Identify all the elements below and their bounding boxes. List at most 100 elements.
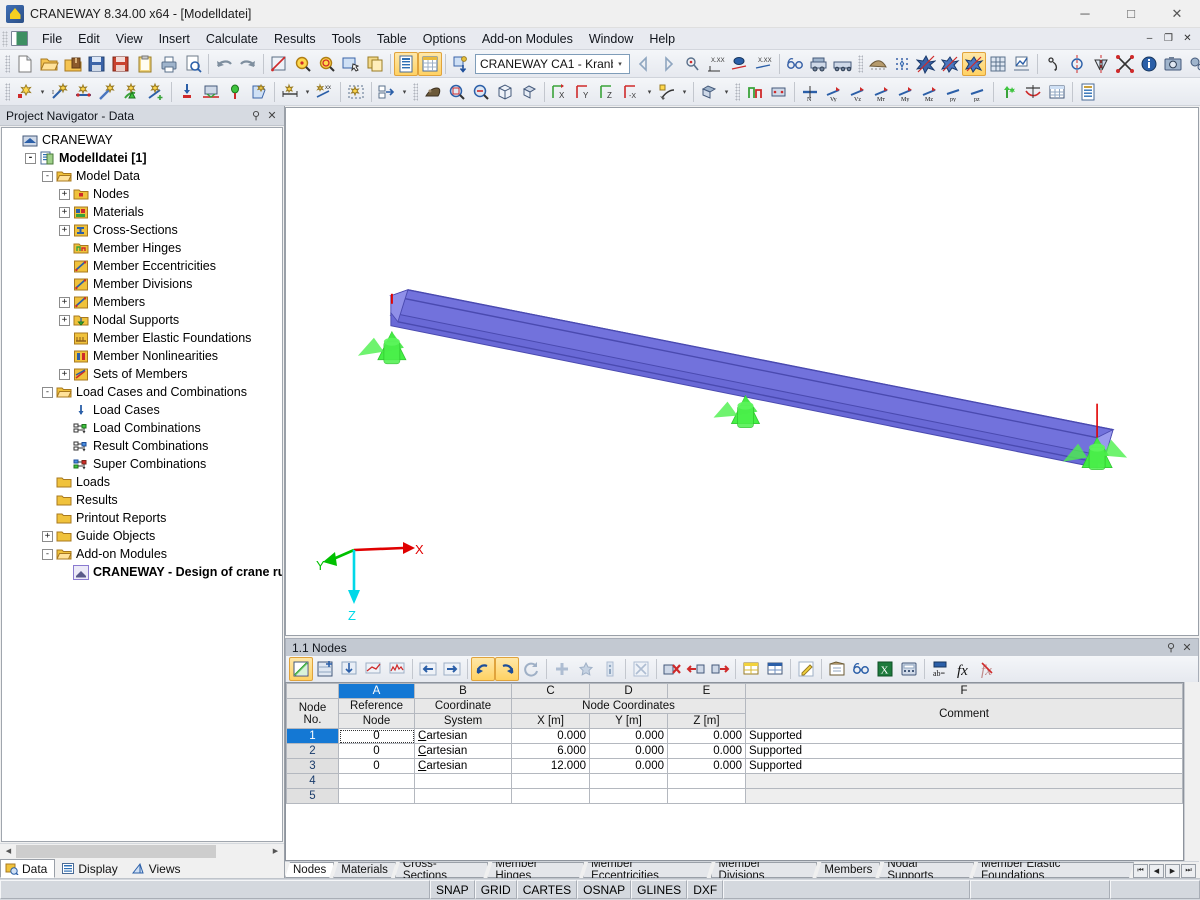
cell-x[interactable]: 12.000 [511, 758, 590, 774]
redo-icon[interactable] [236, 52, 260, 76]
column-header-c[interactable]: C [511, 683, 590, 699]
settings-row-icon[interactable] [361, 657, 385, 681]
cell-z[interactable] [667, 788, 746, 804]
cell-y[interactable]: 0.000 [589, 758, 668, 774]
deform-active-icon[interactable] [962, 51, 986, 76]
nodes-table[interactable]: A B C D E F Node No. Reference Coordinat… [285, 682, 1184, 861]
mdi-close-button[interactable]: ✕ [1179, 31, 1196, 46]
view-iso-icon[interactable] [517, 80, 541, 104]
excel-export-icon[interactable]: X [873, 657, 897, 681]
tree-item-member-nonlinearities[interactable]: Member Nonlinearities [2, 347, 282, 365]
cell-comment[interactable]: Supported [745, 758, 1183, 774]
load-wizard-icon[interactable] [449, 52, 473, 76]
tree-item-guide-objects[interactable]: + Guide Objects [2, 527, 282, 545]
menu-view[interactable]: View [108, 30, 151, 48]
tables-icon[interactable] [418, 51, 442, 76]
scroll-right-icon[interactable]: ▶ [268, 844, 283, 858]
hscroll-track[interactable] [16, 844, 268, 858]
tree-item-members[interactable]: + Members [2, 293, 282, 311]
save-as-icon[interactable] [85, 52, 109, 76]
column-header-a[interactable]: A [338, 683, 415, 699]
shear-vz-icon[interactable]: Vz [846, 80, 870, 104]
tree-item-results[interactable]: Results [2, 491, 282, 509]
tree-item-nodes[interactable]: + Nodes [2, 185, 282, 203]
menu-results[interactable]: Results [266, 30, 324, 48]
pin-icon[interactable]: ⚲ [248, 109, 264, 122]
status-dxf[interactable]: DXF [687, 880, 724, 899]
add-special-icon[interactable] [574, 657, 598, 681]
glasses-icon[interactable] [783, 52, 807, 76]
sheet-tab-materials[interactable]: Materials [333, 862, 396, 878]
table-row[interactable]: 4 [286, 773, 1183, 789]
member-load-icon[interactable] [223, 80, 247, 104]
corner-cell[interactable] [286, 683, 339, 699]
hscroll-thumb[interactable] [16, 844, 216, 858]
cell-z[interactable] [667, 773, 746, 789]
minimize-button[interactable]: ─ [1062, 0, 1108, 28]
move-right-icon[interactable] [440, 657, 464, 681]
shading-icon[interactable] [866, 52, 890, 76]
tree-item-member-divisions[interactable]: Member Divisions [2, 275, 282, 293]
info-icon[interactable] [1137, 52, 1161, 76]
view-y-icon[interactable]: Y [572, 80, 596, 104]
cell-coordinate-system[interactable]: Cartesian [414, 758, 512, 774]
tree-item-super-combinations[interactable]: Super Combinations [2, 455, 282, 473]
tree-item-craneway[interactable]: CRANEWAY [2, 131, 282, 149]
tree-item-nodal-supports[interactable]: + Nodal Supports [2, 311, 282, 329]
open-archive-icon[interactable] [61, 52, 85, 76]
new-line-icon[interactable] [96, 80, 120, 104]
tree-item-model-data[interactable]: - Model Data [2, 167, 282, 185]
insert-row-icon[interactable] [313, 657, 337, 681]
copy-move-dropdown[interactable]: ▾ [399, 80, 410, 104]
nodal-support-icon[interactable] [175, 80, 199, 104]
tree-item-printout-reports[interactable]: Printout Reports [2, 509, 282, 527]
new-surface-icon[interactable] [120, 80, 144, 104]
sheet-tab-member-elastic-foundations[interactable]: Member Elastic Foundations [973, 862, 1134, 878]
delete-row-red-icon[interactable] [660, 657, 684, 681]
new-member-icon[interactable]: I [48, 80, 72, 104]
model-viewport[interactable]: X Y Z [285, 107, 1199, 636]
toolbar-grip-2[interactable] [858, 54, 863, 73]
cell-reference-node[interactable] [338, 788, 415, 804]
new-solid-icon[interactable] [144, 80, 168, 104]
cell-coordinate-system[interactable]: Cartesian [414, 743, 512, 759]
visibility-icon[interactable] [655, 80, 679, 104]
sheet-tab-nodal-supports[interactable]: Nodal Supports [879, 862, 974, 878]
calculator-icon[interactable] [897, 657, 921, 681]
navigator-tree[interactable]: CRANEWAY - Modelldatei [1] - Model Data + Node… [1, 127, 283, 842]
tree-item-loads[interactable]: Loads [2, 473, 282, 491]
tab-next-icon[interactable]: ▶ [1165, 864, 1180, 878]
cell-y[interactable]: 0.000 [589, 743, 668, 759]
dimension-dropdown[interactable]: ▾ [302, 80, 313, 104]
value-xx2-icon[interactable]: X.XX [752, 52, 776, 76]
load-combination-icon[interactable] [831, 52, 855, 76]
cell-y[interactable]: 0.000 [589, 728, 668, 744]
visibility-dropdown[interactable]: ▾ [679, 80, 690, 104]
table-row[interactable]: 3 0 Cartesian 12.000 0.000 0.000 Supported [286, 758, 1183, 774]
cell-comment[interactable]: Supported [745, 728, 1183, 744]
system-menu-icon[interactable] [11, 31, 28, 46]
select-all-icon[interactable] [344, 80, 368, 104]
dimension-xx-icon[interactable]: xx [313, 80, 337, 104]
menu-addon-modules[interactable]: Add-on Modules [474, 30, 581, 48]
expand-icon[interactable]: + [42, 530, 53, 542]
cell-x[interactable] [511, 773, 590, 789]
save-icon[interactable] [109, 52, 133, 76]
sheet-tab-cross-sections[interactable]: Cross-Sections [395, 862, 489, 878]
clipboard-icon[interactable] [133, 52, 157, 76]
expand-icon[interactable]: + [59, 296, 70, 308]
global-deform-icon[interactable] [914, 52, 938, 76]
sheet-tab-nodes[interactable]: Nodes [285, 862, 334, 878]
menu-table[interactable]: Table [369, 30, 415, 48]
result-diagram-icon[interactable] [1010, 52, 1034, 76]
column-header-b[interactable]: B [414, 683, 512, 699]
render-model-icon[interactable] [267, 52, 291, 76]
close-button[interactable]: ✕ [1154, 0, 1200, 28]
moment-mz-icon[interactable]: Mz [918, 80, 942, 104]
status-cartes[interactable]: CARTES [516, 880, 578, 899]
sheet-tab-members[interactable]: Members [816, 862, 880, 878]
new-member-set-icon[interactable] [72, 80, 96, 104]
info-cell-icon[interactable] [598, 657, 622, 681]
deform-py-icon[interactable]: py [942, 80, 966, 104]
table-row[interactable]: 2 0 Cartesian 6.000 0.000 0.000 Supported [286, 743, 1183, 759]
